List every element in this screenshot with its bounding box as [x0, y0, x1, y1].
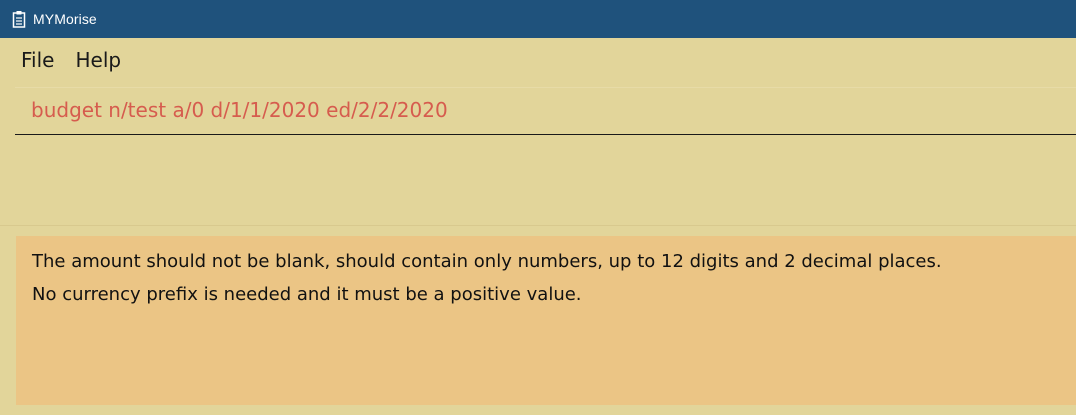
menu-bar: File Help: [0, 38, 1076, 82]
feedback-box: The amount should not be blank, should c…: [16, 236, 1076, 405]
divider: [0, 225, 1076, 226]
command-text[interactable]: budget n/test a/0 d/1/1/2020 ed/2/2/2020: [31, 98, 448, 122]
result-display: [0, 142, 1076, 227]
command-input[interactable]: budget n/test a/0 d/1/1/2020 ed/2/2/2020: [15, 87, 1076, 135]
menu-file[interactable]: File: [21, 48, 54, 72]
feedback-line-1: The amount should not be blank, should c…: [32, 251, 942, 272]
clipboard-icon: [12, 10, 26, 28]
window-title: MYMorise: [33, 11, 97, 27]
menu-help[interactable]: Help: [75, 48, 121, 72]
feedback-line-2: No currency prefix is needed and it must…: [32, 284, 582, 305]
command-area: budget n/test a/0 d/1/1/2020 ed/2/2/2020: [0, 82, 1076, 142]
app-window: MYMorise File Help budget n/test a/0 d/1…: [0, 0, 1076, 415]
title-bar[interactable]: MYMorise: [0, 0, 1076, 38]
